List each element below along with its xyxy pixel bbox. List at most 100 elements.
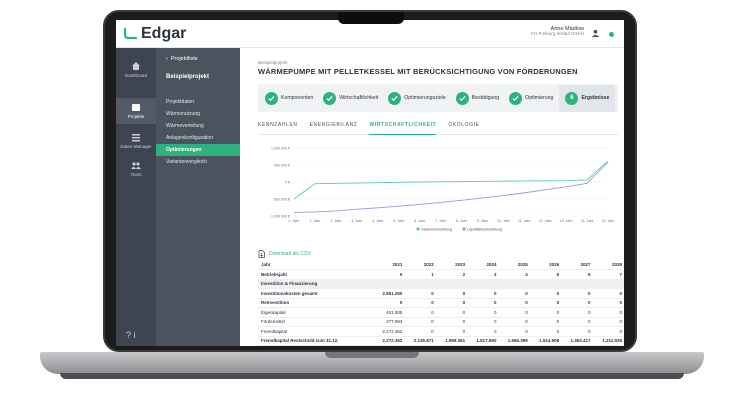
tab-oekologie[interactable]: ÖKOLOGIE (448, 119, 479, 135)
row-label: Reinvestition (258, 298, 374, 308)
laptop-base-foot (60, 373, 684, 379)
table-cell: 0 (435, 326, 468, 337)
table-cell: 7 (592, 269, 624, 280)
legend-label: Gewinnentwicklung (421, 227, 452, 231)
sidebar-item-optimierungen[interactable]: Optimierungen (156, 144, 240, 156)
laptop-base-dent (325, 352, 419, 358)
download-csv-link[interactable]: Download als CSV (258, 250, 311, 258)
main-content: Beispielprojekt WÄRMEPUMPE MIT PELLETKES… (240, 48, 624, 346)
row-label: Investitionskosten gesamt (258, 288, 374, 299)
table-row: Betriebsjahr 0 1 2 3 4 5 6 7 (258, 269, 624, 280)
rail-item-team[interactable]: Team (116, 158, 156, 182)
x-tick-label: 13. Jahr (560, 219, 574, 223)
table-cell: 5 (529, 269, 562, 280)
table-cell: 0 (498, 288, 530, 299)
x-tick-label: 5. Jahr (393, 219, 405, 223)
table-cell: 0 (498, 317, 530, 327)
tab-kennzahlen[interactable]: KENNZAHLEN (258, 119, 298, 135)
csv-label: Download als CSV (269, 251, 311, 257)
x-tick-label: 7. Jahr (435, 219, 447, 223)
table-cell: 2.951.260 (373, 288, 405, 299)
table-cell: 0 (561, 326, 593, 337)
table-cell: 2028 (592, 260, 624, 270)
x-tick-label: 14. Jahr (581, 219, 595, 223)
row-label: Fremdkapital Restschuld zum 31.12. (258, 336, 374, 346)
table-row: Fremdkapital 2.272.362 0 0 0 0 0 0 0 (258, 326, 624, 337)
table-cell: 0 (529, 317, 562, 327)
tab-wirtschaftlichkeit[interactable]: WIRTSCHAFTLICHKEIT (369, 119, 437, 135)
row-label: Eigenkapital (258, 307, 374, 318)
icon-rail: Dashboard Projekte Daten-Manager Team ? … (116, 48, 156, 346)
table-cell: 2027 (561, 260, 593, 270)
table-cell: 0 (561, 307, 593, 318)
table-cell (404, 279, 436, 289)
home-icon (132, 62, 140, 70)
user-info[interactable]: Anne Mädlow FH Freiburg Institut GmbH (531, 26, 584, 37)
row-label: Fördermittel (258, 317, 374, 327)
sidebar-item-projektdaten[interactable]: Projektdaten (156, 96, 240, 108)
sidebar-item-waermenutzung[interactable]: Wärmenutzung (156, 108, 240, 120)
table-cell: 0 (592, 326, 624, 337)
step-label: Bestätigung (471, 95, 500, 101)
table-cell: 2024 (467, 260, 499, 270)
table-cell (498, 279, 530, 289)
step-label: Optimierungsziele (404, 95, 446, 101)
table-cell: 0 (404, 307, 436, 318)
table-cell: 1.514.908 (529, 336, 562, 346)
list-icon (132, 134, 140, 142)
table-cell: 0 (435, 307, 468, 318)
step-optimierung[interactable]: Optimierung (509, 91, 554, 105)
step-optimierungsziele[interactable]: Optimierungsziele (388, 91, 446, 105)
check-icon (265, 91, 278, 105)
rail-label: Daten-Manager (120, 144, 152, 149)
step-komponenten[interactable]: Komponenten (265, 91, 313, 105)
user-org: FH Freiburg Institut GmbH (531, 31, 584, 37)
step-number: 6 (565, 91, 579, 105)
app-logo[interactable]: Edgar (122, 25, 186, 43)
rail-item-dashboard[interactable]: Dashboard (116, 58, 156, 84)
edgar-logo-icon (123, 27, 138, 40)
table-cell: 1.969.361 (435, 336, 468, 346)
table-row: Fördermittel 277.893 0 0 0 0 0 0 0 (258, 317, 624, 327)
table-cell: 3 (467, 269, 499, 280)
step-bestaetigung[interactable]: Bestätigung (455, 91, 500, 105)
table-row: Investitionskosten gesamt 2.951.260 0 0 0 0 0 0… (258, 288, 624, 299)
table-cell: 0 (467, 317, 499, 327)
legend-marker (462, 227, 466, 231)
table-cell: 0 (467, 307, 499, 318)
step-wirtschaftlichkeit[interactable]: Wirtschaftlichkeit (323, 91, 378, 105)
y-tick-label: 500.000 € (274, 164, 290, 168)
help-info-icons[interactable]: ? i (126, 330, 136, 340)
table-cell: 277.893 (373, 317, 405, 327)
user-icon[interactable] (591, 29, 600, 38)
step-ergebnisse[interactable]: 6 Ergebnisse (559, 84, 616, 112)
table-cell: 0 (435, 298, 468, 308)
table-cell: 0 (529, 288, 562, 299)
table-header-row: Jahr 2021 2022 2023 2024 2025 2026 2027 2028 (258, 260, 624, 270)
sidebar-item-waermeverteilung[interactable]: Wärmeverteilung (156, 120, 240, 132)
breadcrumb[interactable]: Beispielprojekt (258, 60, 287, 65)
x-tick-label: 10. Jahr (497, 219, 511, 223)
table-cell: 0 (529, 326, 562, 337)
table-cell: 0 (467, 326, 499, 337)
sidebar-item-variantenvergleich[interactable]: Variantenvergleich (156, 156, 240, 168)
rail-label: Dashboard (124, 73, 147, 78)
table-cell: 0 (561, 317, 593, 327)
table-cell: 4 (498, 269, 530, 280)
rail-item-projekte[interactable]: Projekte (116, 98, 156, 124)
wizard-steps: Komponenten Wirtschaftlichkeit Optimieru… (258, 84, 618, 112)
check-icon (323, 91, 337, 105)
tab-energiebilanz[interactable]: ENERGIEBILANZ (310, 119, 358, 135)
camera-notch (338, 12, 404, 24)
table-row: Fremdkapital Restschuld zum 31.12. 2.272.… (258, 336, 624, 346)
x-tick-label: 2. Jahr (330, 219, 342, 223)
back-label: Projektliste (170, 56, 198, 62)
sidebar-item-anlagenkonfiguration[interactable]: Anlagenkonfiguration (156, 132, 240, 144)
back-to-project-list[interactable]: ‹ Projektliste (166, 56, 198, 62)
table-cell: 0 (404, 298, 436, 308)
step-label: Optimierung (525, 95, 554, 101)
x-tick-label: 0. Jahr (289, 219, 301, 223)
rail-item-daten-manager[interactable]: Daten-Manager (116, 130, 156, 154)
laptop-mockup: Edgar Anne Mädlow FH Freiburg Institut G… (0, 0, 744, 400)
y-tick-label: -500.000 € (273, 198, 290, 202)
